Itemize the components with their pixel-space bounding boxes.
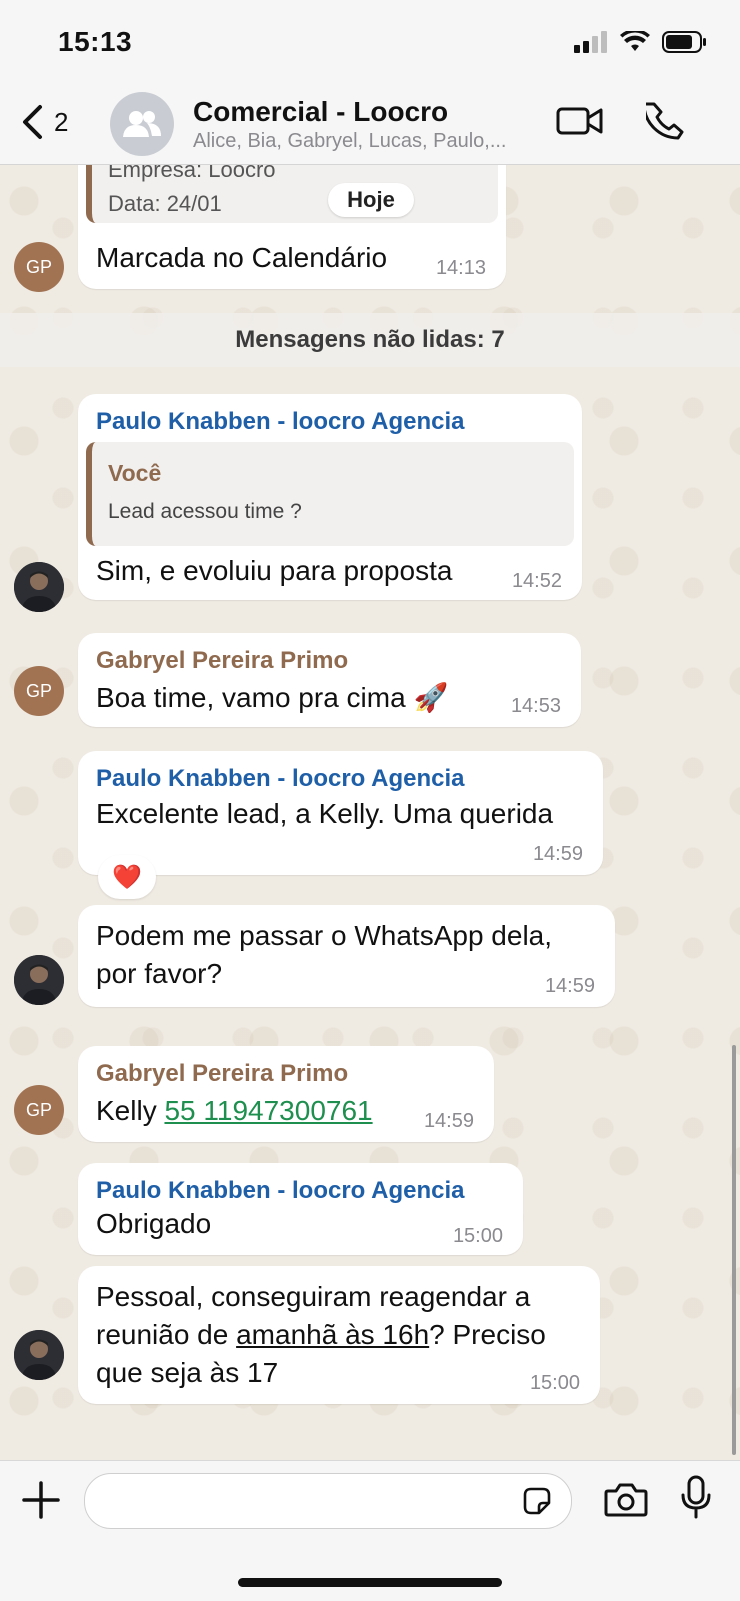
back-count: 2 — [54, 106, 69, 137]
avatar[interactable]: GP — [14, 242, 64, 292]
message-time: 14:13 — [435, 257, 486, 279]
card-date: Data: 24/01 — [108, 191, 222, 216]
message-bubble[interactable]: Gabryel Pereira Primo Kelly 55 119473007… — [78, 1046, 494, 1142]
microphone-icon[interactable] — [680, 1475, 712, 1521]
chevron-left-icon — [23, 105, 42, 139]
back-button[interactable]: 2 — [20, 104, 68, 140]
message-text: Boa time, vamo pra cima 🚀 — [96, 682, 449, 713]
message-text: Excelente lead, a Kelly. Uma querida — [96, 798, 554, 829]
message-text-suffix: ? Preciso — [429, 1319, 546, 1350]
avatar[interactable] — [14, 1330, 64, 1380]
message-text: Marcada no Calendário — [96, 242, 388, 273]
message-time: 15:00 — [529, 1372, 580, 1394]
card-company: Empresa: Loocro — [108, 165, 276, 182]
sender-name[interactable]: Paulo Knabben - loocro Agencia — [96, 765, 464, 793]
message-text: Kelly 55 11947300761 — [96, 1092, 373, 1130]
quoted-message[interactable]: Você Lead acessou time ? — [86, 442, 574, 546]
message-text-prefix: reunião de — [96, 1319, 237, 1350]
group-icon — [123, 111, 161, 137]
composer-bar — [0, 1460, 740, 1601]
message-text-line: reunião de amanhã às 16h? Preciso — [96, 1316, 546, 1354]
message-text: Obrigado — [96, 1208, 212, 1239]
chat-title[interactable]: Comercial - Loocro — [193, 96, 448, 128]
phone-icon[interactable] — [646, 102, 684, 140]
chat-area[interactable]: Empresa: Loocro Data: 24/01 Marcada no C… — [0, 165, 740, 1460]
message-bubble[interactable]: Paulo Knabben - loocro Agencia Obrigado … — [78, 1163, 523, 1255]
quote-author: Você — [108, 460, 162, 486]
top-bar: 15:13 2 Comercial - Loocro Alice, Bia, G… — [0, 0, 740, 165]
message-time: 14:52 — [511, 570, 562, 592]
message-bubble[interactable]: Paulo Knabben - loocro Agencia Você Lead… — [78, 394, 582, 600]
camera-icon[interactable] — [604, 1481, 648, 1519]
home-indicator[interactable] — [238, 1578, 502, 1587]
video-camera-icon[interactable] — [556, 104, 604, 138]
message-text-prefix: Kelly — [96, 1095, 165, 1126]
date-link[interactable]: amanhã às 16h — [236, 1319, 429, 1350]
phone-link[interactable]: 55 11947300761 — [164, 1095, 372, 1126]
quote-text: Lead acessou time ? — [108, 500, 302, 523]
avatar[interactable] — [14, 955, 64, 1005]
battery-icon — [662, 31, 706, 53]
sender-name[interactable]: Gabryel Pereira Primo — [96, 647, 348, 675]
heart-icon: ❤️ — [112, 863, 142, 891]
message-bubble[interactable]: Paulo Knabben - loocro Agencia Excelente… — [78, 751, 603, 875]
message-bubble[interactable]: Gabryel Pereira Primo Boa time, vamo pra… — [78, 633, 581, 727]
message-text-line: Pessoal, conseguiram reagendar a — [96, 1281, 531, 1312]
message-time: 14:53 — [510, 695, 561, 717]
message-time: 14:59 — [544, 975, 595, 997]
message-bubble[interactable]: Podem me passar o WhatsApp dela, por fav… — [78, 905, 615, 1007]
profile-photo-icon — [14, 562, 64, 612]
heart-reaction[interactable]: ❤️ — [98, 855, 156, 899]
sender-name[interactable]: Paulo Knabben - loocro Agencia — [96, 408, 464, 436]
profile-photo-icon — [14, 1330, 64, 1380]
message-time: 14:59 — [423, 1110, 474, 1132]
message-bubble[interactable]: Pessoal, conseguiram reagendar a reunião… — [78, 1266, 600, 1404]
status-icons — [574, 30, 708, 54]
group-avatar[interactable] — [110, 92, 174, 156]
avatar[interactable]: GP — [14, 666, 64, 716]
message-text-line: que seja às 17 — [96, 1357, 279, 1388]
message-text-line: por favor? — [96, 958, 223, 989]
message-bubble[interactable]: Empresa: Loocro Data: 24/01 Marcada no C… — [78, 165, 506, 289]
message-time: 14:59 — [532, 843, 583, 865]
message-text: Sim, e evoluiu para proposta — [96, 555, 453, 586]
sender-name[interactable]: Gabryel Pereira Primo — [96, 1060, 348, 1088]
wifi-icon — [620, 31, 650, 51]
profile-photo-icon — [14, 955, 64, 1005]
unread-divider: Mensagens não lidas: 7 — [0, 313, 740, 367]
message-text-line: Podem me passar o WhatsApp dela, — [96, 920, 553, 951]
sender-name[interactable]: Paulo Knabben - loocro Agencia — [96, 1177, 464, 1205]
message-time: 15:00 — [452, 1225, 503, 1247]
status-time: 15:13 — [58, 26, 133, 57]
avatar[interactable] — [14, 562, 64, 612]
sticker-icon[interactable] — [521, 1485, 553, 1517]
message-input[interactable] — [84, 1473, 572, 1529]
date-pill: Hoje — [328, 183, 414, 217]
scrollbar[interactable] — [732, 1045, 736, 1455]
signal-icon — [574, 31, 607, 53]
plus-icon[interactable] — [22, 1481, 60, 1519]
calendar-card[interactable]: Empresa: Loocro Data: 24/01 — [86, 165, 498, 223]
chat-participants[interactable]: Alice, Bia, Gabryel, Lucas, Paulo,... — [193, 130, 543, 153]
avatar[interactable]: GP — [14, 1085, 64, 1135]
